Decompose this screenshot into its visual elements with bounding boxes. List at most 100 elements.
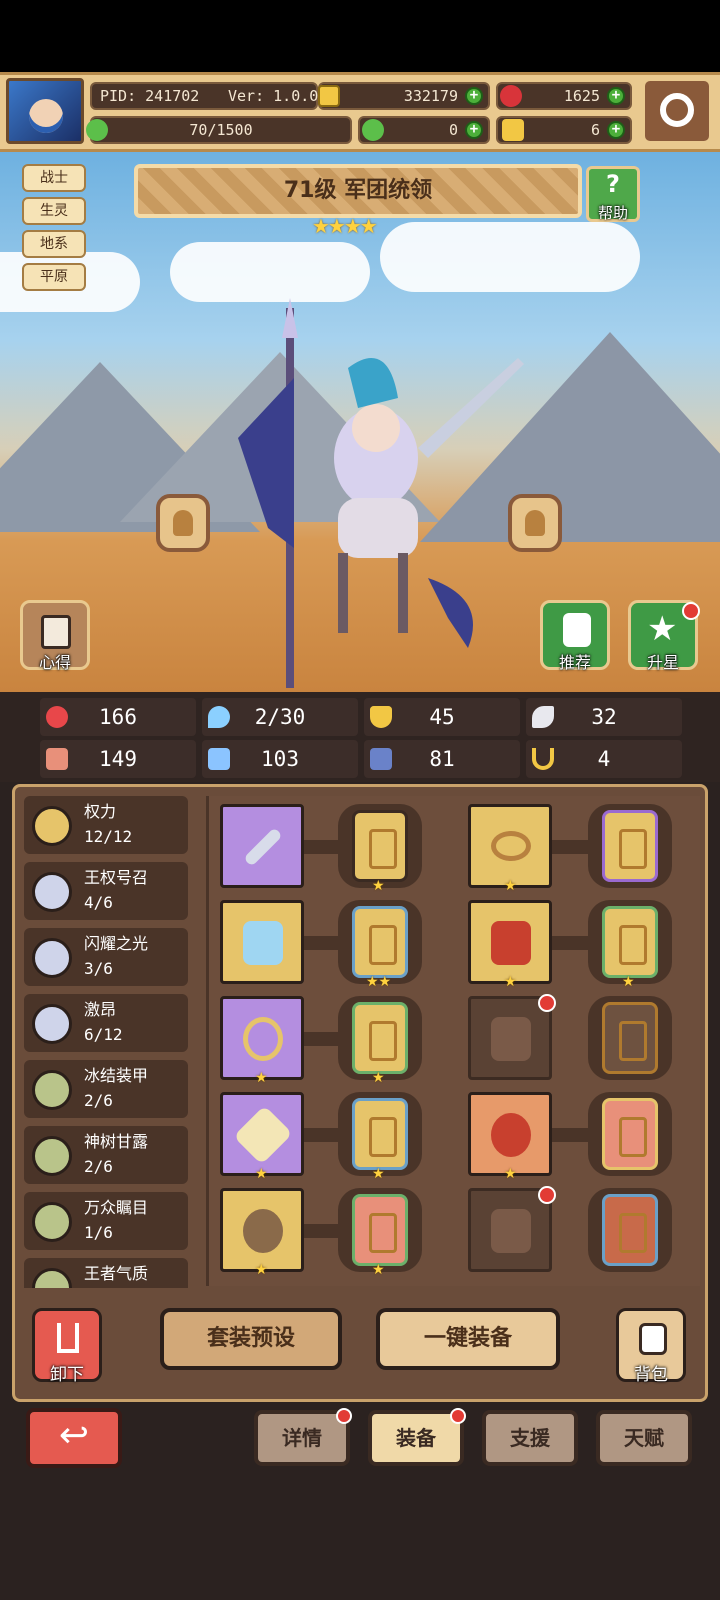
silver-medal-icon	[32, 938, 72, 978]
necklace-gem-slot[interactable]	[352, 1002, 408, 1074]
help-button[interactable]: ? 帮助	[586, 166, 640, 222]
stat-crit: 81	[364, 740, 520, 778]
gloves-icon	[491, 1017, 531, 1061]
accessory-slot[interactable]	[220, 900, 304, 984]
armor-gem-slot[interactable]	[602, 906, 658, 978]
gem-star: ★	[372, 1262, 385, 1278]
boot-icon	[370, 748, 392, 770]
ring-gem-slot[interactable]	[352, 1098, 408, 1170]
set-item[interactable]: 神树甘露 2/6	[24, 1126, 188, 1184]
helmet-slot[interactable]	[468, 804, 552, 888]
set-count: 4/6	[84, 893, 113, 912]
ring-slot[interactable]	[220, 1092, 304, 1176]
exp-counter: 70/1500	[86, 116, 352, 144]
hero-sprite[interactable]	[228, 298, 528, 688]
item-star: ★	[504, 1166, 517, 1182]
cloud	[170, 242, 370, 302]
stat-attack: 149	[40, 740, 196, 778]
necklace-icon	[243, 1017, 283, 1061]
details-notification	[336, 1408, 352, 1424]
gem-star: ★	[372, 878, 385, 894]
accessory-gem-slot[interactable]	[352, 906, 408, 978]
set-count: 3/6	[84, 959, 113, 978]
add-voucher-button[interactable]: +	[607, 121, 625, 139]
belt-slot[interactable]	[468, 1092, 552, 1176]
back-button[interactable]: ↩	[26, 1408, 122, 1468]
player-avatar[interactable]	[6, 78, 84, 144]
add-gem-button[interactable]: +	[607, 87, 625, 105]
set-bonus-list[interactable]: 权力 12/12 王权号召 4/6 闪耀之光 3/6 激昂 6/12 冰结装甲 …	[24, 796, 194, 1288]
race-tag[interactable]: 生灵	[22, 197, 86, 225]
set-item[interactable]: 闪耀之光 3/6	[24, 928, 188, 986]
auto-equip-button[interactable]: 一键装备	[376, 1308, 560, 1370]
next-hero-button[interactable]	[508, 494, 562, 552]
set-name: 权力	[84, 802, 117, 821]
add-clover-button[interactable]: +	[465, 121, 483, 139]
set-name: 神树甘露	[84, 1132, 149, 1151]
element-tag[interactable]: 地系	[22, 230, 86, 258]
terrain-tag[interactable]: 平原	[22, 263, 86, 291]
crown-icon	[491, 831, 531, 861]
set-preset-button[interactable]: 套装预设	[160, 1308, 342, 1370]
star-icon: ★	[647, 609, 678, 649]
item-star: ★	[255, 1070, 268, 1086]
relic-gem-slot[interactable]	[352, 1194, 408, 1266]
set-count: 1/6	[84, 1223, 113, 1242]
heart-icon	[46, 706, 68, 728]
weapon-gem-slot[interactable]	[352, 810, 408, 882]
set-name: 王权号召	[84, 868, 149, 887]
set-item[interactable]: 权力 12/12	[24, 796, 188, 854]
item-star: ★	[504, 878, 517, 894]
settings-button[interactable]	[642, 78, 712, 144]
green-clover-icon	[362, 119, 384, 141]
book-icon	[208, 748, 230, 770]
gem-star: ★	[622, 974, 635, 990]
return-arrow-icon: ↩	[58, 1415, 90, 1456]
helmet-gem-slot[interactable]	[602, 810, 658, 882]
stat-magic: 103	[202, 740, 358, 778]
gem-star: ★	[372, 1070, 385, 1086]
wing-icon	[532, 706, 554, 728]
weapon-slot[interactable]	[220, 804, 304, 888]
crystal-icon	[243, 921, 283, 965]
set-name: 激昂	[84, 1000, 117, 1019]
gear-icon	[660, 93, 694, 127]
voucher-counter: 6 +	[496, 116, 632, 144]
add-gold-button[interactable]: +	[465, 87, 483, 105]
scroll-icon	[41, 615, 71, 649]
tab-talent[interactable]: 天赋	[596, 1410, 692, 1466]
gem-counter: 1625 +	[496, 82, 632, 110]
class-tag[interactable]: 战士	[22, 164, 86, 192]
necklace-slot[interactable]	[220, 996, 304, 1080]
belt-gem-slot[interactable]	[602, 1098, 658, 1170]
stats-panel: 166 2/30 45 32 149 103 81 4	[0, 692, 720, 782]
set-item[interactable]: 万众瞩目 1/6	[24, 1192, 188, 1250]
status-bar	[0, 0, 720, 72]
set-count: 12/12	[84, 827, 133, 846]
pot-icon	[243, 1209, 283, 1253]
shield-icon	[370, 706, 392, 728]
prev-hero-button[interactable]	[156, 494, 210, 552]
armor-slot[interactable]	[468, 900, 552, 984]
star-up-label: 升星	[646, 653, 679, 672]
green-medal-icon	[32, 1268, 72, 1288]
diamond-icon	[233, 1105, 293, 1165]
fist-icon	[46, 748, 68, 770]
unequip-button[interactable]: 卸下	[32, 1308, 102, 1385]
set-count: 6/12	[84, 1025, 123, 1044]
tab-support[interactable]: 支援	[482, 1410, 578, 1466]
set-item[interactable]: 激昂 6/12	[24, 994, 188, 1052]
set-item[interactable]: 王者气质	[24, 1258, 188, 1288]
relic-slot[interactable]	[220, 1188, 304, 1272]
down-arrow-icon	[57, 1323, 79, 1353]
gloves-gem-slot[interactable]	[602, 1002, 658, 1074]
set-item[interactable]: 王权号召 4/6	[24, 862, 188, 920]
recommend-button[interactable]: 推荐	[540, 600, 610, 672]
stat-defense: 45	[364, 698, 520, 736]
green-medal-icon	[32, 1202, 72, 1242]
insight-button[interactable]: 心得	[20, 600, 90, 672]
bag-button[interactable]: 背包	[616, 1308, 686, 1385]
item-star: ★	[504, 974, 517, 990]
set-item[interactable]: 冰结装甲 2/6	[24, 1060, 188, 1118]
boots-gem-slot[interactable]	[602, 1194, 658, 1266]
